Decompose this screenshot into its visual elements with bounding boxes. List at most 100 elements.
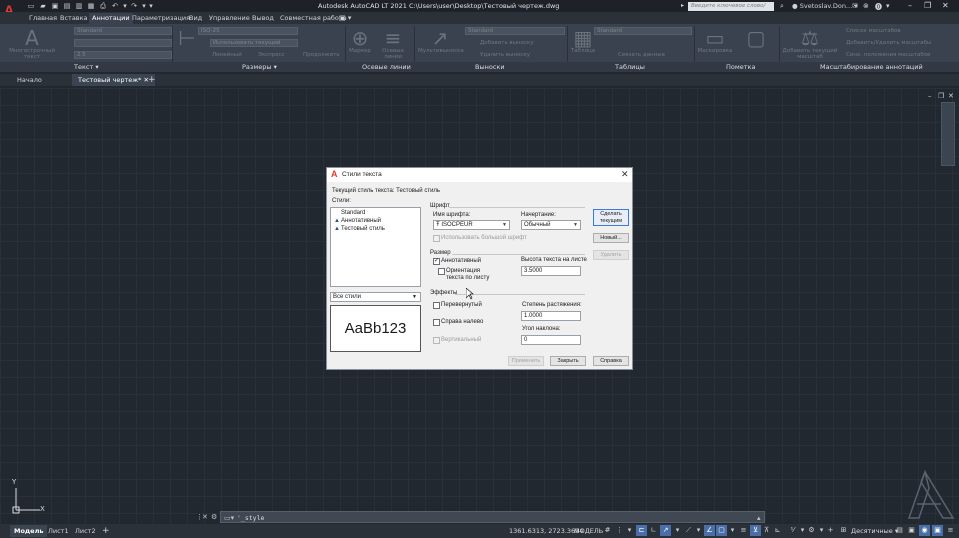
sync-scale-positions-button[interactable]: Синх. положения масштабов bbox=[846, 52, 930, 58]
add-layout-icon[interactable]: + bbox=[98, 525, 114, 537]
link-data-button[interactable]: Связать данные bbox=[618, 52, 665, 58]
ribbon-more-icon[interactable]: ▣ ▾ bbox=[339, 14, 351, 22]
snap-dropdown-icon[interactable]: ▾ bbox=[624, 525, 635, 536]
match-orientation-checkbox[interactable] bbox=[438, 268, 445, 275]
style-item[interactable]: Standard bbox=[334, 210, 365, 216]
new-tab-icon[interactable]: + bbox=[142, 74, 162, 86]
ribbon-tab-view[interactable]: Вид bbox=[189, 14, 202, 22]
ribbon-tab-parametric[interactable]: Параметризация bbox=[132, 14, 190, 22]
web-icon[interactable]: ▥ bbox=[75, 2, 83, 10]
dim-layer-combo[interactable]: Использовать текущий bbox=[210, 39, 298, 47]
close-window-icon[interactable]: ✕ bbox=[942, 1, 949, 10]
text-height-input[interactable]: 3.5000 bbox=[521, 266, 581, 276]
quick-dim-button[interactable]: Экспресс bbox=[258, 52, 285, 58]
search-icon[interactable]: ⌕ bbox=[780, 2, 784, 11]
style-item-selected[interactable]: ▲Тестовый стиль bbox=[334, 226, 385, 232]
user-account[interactable]: ● Svetoslav.Don... ▾ bbox=[792, 2, 857, 10]
dialog-close-icon[interactable]: ✕ bbox=[621, 169, 629, 180]
add-remove-scales-button[interactable]: Добавить/Удалить масштабы bbox=[846, 40, 931, 46]
styles-list[interactable]: Standard ▲Аннотативный ▲Тестовый стиль bbox=[330, 207, 421, 287]
ortho-icon[interactable]: ∟ bbox=[648, 525, 659, 536]
save-icon[interactable]: ▣ bbox=[51, 2, 59, 10]
model-space-button[interactable]: МОДЕЛЬ bbox=[574, 527, 603, 535]
search-input[interactable]: Введите ключевое слово/фразу bbox=[688, 2, 774, 18]
table-style-combo[interactable]: Standard bbox=[594, 27, 692, 35]
polar-dropdown-icon[interactable]: ▾ bbox=[672, 525, 683, 536]
leader-style-combo[interactable]: Standard bbox=[465, 27, 565, 35]
multileader-button[interactable]: ↗ Мультивыноска bbox=[418, 28, 464, 54]
annotation-scale-icon[interactable]: ⊾ bbox=[772, 525, 783, 536]
print-icon[interactable]: ⎙ bbox=[99, 2, 107, 10]
object-snap-icon[interactable]: ▢ bbox=[716, 525, 727, 536]
ribbon-tab-home[interactable]: Главная bbox=[29, 14, 57, 22]
ribbon-tab-output[interactable]: Вывод bbox=[252, 14, 274, 22]
styles-filter-combo[interactable]: Все стили ▼ bbox=[330, 292, 421, 302]
layout-tab-sheet1[interactable]: Лист1 bbox=[44, 525, 73, 537]
minimize-icon[interactable]: – bbox=[908, 1, 912, 10]
coordinates-readout[interactable]: 1361.6313, 2723.3694 bbox=[509, 527, 583, 535]
expand-search-icon[interactable]: ▸ bbox=[681, 2, 684, 9]
text-style-combo[interactable]: Standard bbox=[74, 27, 172, 35]
annotation-visibility-icon[interactable]: ⊻ bbox=[750, 525, 761, 536]
backwards-checkbox[interactable] bbox=[433, 319, 440, 326]
upside-down-checkbox[interactable] bbox=[433, 302, 440, 309]
add-current-scale-button[interactable]: ⚖ Добавить текущий масштаб bbox=[782, 28, 838, 60]
ribbon-tab-collaborate[interactable]: Совместная работа bbox=[280, 14, 347, 22]
help-icon[interactable]: ⓿ bbox=[875, 2, 882, 12]
cmd-history-icon[interactable]: ▴ bbox=[757, 514, 761, 522]
help-dropdown-icon[interactable]: ▾ bbox=[886, 2, 890, 10]
use-big-font-checkbox[interactable] bbox=[433, 235, 440, 242]
doc-tab-start[interactable]: Начало bbox=[11, 74, 48, 86]
annotative-checkbox[interactable]: ✓ bbox=[433, 258, 440, 265]
viewport-close-icon[interactable]: ✕ bbox=[948, 92, 954, 100]
cart-icon[interactable]: ✉ bbox=[852, 2, 858, 10]
navigation-bar[interactable] bbox=[941, 102, 955, 166]
font-style-combo[interactable]: Обычный ▼ bbox=[521, 220, 581, 230]
table-button[interactable]: ▦ Таблица bbox=[570, 28, 596, 54]
panel-label-text[interactable]: Текст ▾ bbox=[74, 63, 99, 71]
command-input[interactable]: '_style bbox=[237, 514, 264, 522]
quick-properties-icon[interactable]: ▤ bbox=[894, 525, 905, 536]
dim-style-combo[interactable]: ISO-25 bbox=[198, 27, 298, 35]
set-current-button[interactable]: Сделать текущим bbox=[593, 209, 629, 226]
apply-button[interactable]: Применить bbox=[508, 356, 544, 366]
grid-icon[interactable]: # bbox=[602, 525, 613, 536]
isometric-dropdown-icon[interactable]: ▾ bbox=[693, 525, 704, 536]
markup-button[interactable]: ▢ bbox=[736, 28, 776, 48]
remove-leader-button[interactable]: Удалить выноску bbox=[480, 52, 530, 58]
redo-icon[interactable]: ↷ bbox=[130, 2, 138, 10]
center-mark-button[interactable]: ⊕ Маркер bbox=[346, 28, 374, 54]
add-leader-button[interactable]: Добавить выноску bbox=[480, 40, 534, 46]
dynamic-input-icon[interactable]: ⊏ bbox=[636, 525, 647, 536]
viewport-restore-icon[interactable]: ❐ bbox=[938, 92, 944, 100]
style-item[interactable]: ▲Аннотативный bbox=[334, 218, 381, 224]
customize-qat-icon[interactable]: ▾ bbox=[147, 2, 155, 10]
exchange-icon[interactable]: ⊗ bbox=[863, 2, 869, 10]
annotation-monitor-icon[interactable]: + bbox=[825, 525, 836, 536]
ribbon-tab-insert[interactable]: Вставка bbox=[60, 14, 88, 22]
wipeout-button[interactable]: ▭ Маскировка bbox=[696, 28, 734, 54]
units-icon[interactable]: ⊞ bbox=[838, 525, 849, 536]
object-snap-tracking-icon[interactable]: ∠ bbox=[704, 525, 715, 536]
text-layer-combo[interactable] bbox=[74, 39, 172, 47]
centerline-button[interactable]: ≡ Осевые линии bbox=[374, 28, 412, 60]
new-file-icon[interactable]: ▭ bbox=[27, 2, 35, 10]
customization-icon[interactable]: ≡ bbox=[945, 525, 956, 536]
oblique-angle-input[interactable]: 0 bbox=[521, 335, 581, 345]
text-height-combo[interactable]: 2.5 bbox=[74, 51, 172, 59]
close-button[interactable]: Закрыть bbox=[550, 356, 586, 366]
cmd-settings-icon[interactable]: ⚙ bbox=[211, 513, 217, 521]
cmd-close-icon[interactable]: ✕ bbox=[202, 513, 208, 521]
layout-tab-sheet2[interactable]: Лист2 bbox=[71, 525, 100, 537]
scale-list-button[interactable]: Список масштабов bbox=[846, 28, 901, 34]
panel-label-dimensions[interactable]: Размеры ▾ bbox=[242, 63, 277, 71]
delete-style-button[interactable]: Удалить bbox=[593, 250, 629, 260]
lineweight-icon[interactable]: ≡ bbox=[738, 525, 749, 536]
command-line[interactable]: ▭▾ '_style ▴ bbox=[220, 511, 765, 523]
ribbon-tab-manage[interactable]: Управление bbox=[209, 14, 250, 22]
object-snap-dropdown-icon[interactable]: ▾ bbox=[727, 525, 738, 536]
ribbon-tab-annotate[interactable]: Аннотации bbox=[89, 13, 133, 24]
save-as-icon[interactable]: ▤ bbox=[63, 2, 71, 10]
undo-icon[interactable]: ↶ bbox=[111, 2, 119, 10]
help-button[interactable]: Справка bbox=[593, 356, 629, 366]
